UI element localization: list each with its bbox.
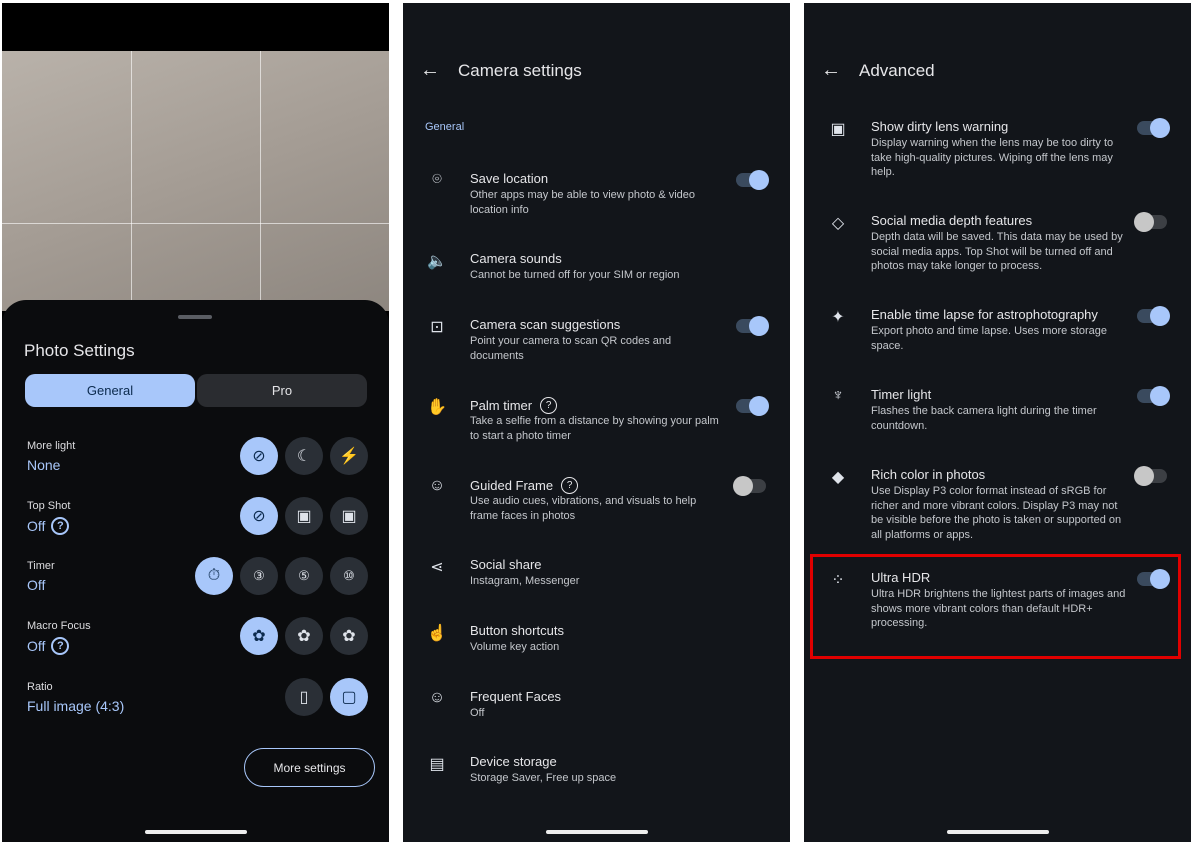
setting-subtitle: Cannot be turned off for your SIM or reg… <box>470 269 680 281</box>
macro-off-icon[interactable]: ✿ <box>240 617 278 655</box>
help-icon[interactable]: ? <box>51 637 70 655</box>
timer-off-icon[interactable]: ⏱ <box>195 557 233 595</box>
location-pin-icon: ⌾ <box>432 171 442 188</box>
tab-general[interactable]: General <box>25 374 195 407</box>
toggle-switch[interactable] <box>1137 306 1170 326</box>
tab-pro[interactable]: Pro <box>197 374 367 407</box>
page-title: Advanced <box>859 60 935 80</box>
camera-viewfinder <box>2 51 389 311</box>
toggle-switch[interactable] <box>736 170 769 190</box>
more-settings-button[interactable]: More settings <box>244 748 375 787</box>
setting-title: Button shortcuts <box>470 623 564 638</box>
sparkle-icon: ✦ <box>831 309 845 326</box>
setting-title: Ultra HDR <box>871 570 931 585</box>
setting-title: Social media depth features <box>871 213 1033 228</box>
toggle-switch[interactable] <box>1137 569 1170 589</box>
help-icon[interactable]: ? <box>51 517 70 535</box>
flashlight-icon: ♆ <box>832 387 844 404</box>
top-shot-off-icon[interactable]: ⊘ <box>240 497 278 535</box>
category-general: General <box>425 121 465 133</box>
setting-subtitle: Flashes the back camera light during the… <box>871 405 1097 432</box>
touch-icon: ☝ <box>427 625 447 642</box>
setting-title: Show dirty lens warning <box>871 119 1009 134</box>
nav-bar[interactable] <box>947 830 1049 834</box>
lens-warning-icon: ▣ <box>830 121 846 138</box>
back-arrow-icon[interactable]: ← <box>420 59 440 82</box>
layers-icon: ◇ <box>831 215 845 232</box>
setting-title: Timer light <box>871 387 932 402</box>
toggle-switch[interactable] <box>736 396 769 416</box>
setting-subtitle: Storage Saver, Free up space <box>470 772 617 784</box>
share-icon: ⋖ <box>430 559 444 576</box>
back-arrow-icon[interactable]: ← <box>821 59 841 82</box>
setting-subtitle: Depth data will be saved. This data may … <box>871 231 1123 272</box>
hdr-sunrise-icon: ⁘ <box>831 572 845 589</box>
ratio-portrait-icon[interactable]: ▯ <box>285 678 323 716</box>
timer-5-icon[interactable]: ⑤ <box>285 557 323 595</box>
flash-icon[interactable]: ⚡ <box>330 437 368 475</box>
setting-title: Camera sounds <box>470 251 562 266</box>
setting-subtitle: Other apps may be able to view photo & v… <box>470 189 696 216</box>
night-auto-icon[interactable]: ☾ <box>285 437 323 475</box>
sheet-title: Photo Settings <box>24 341 135 360</box>
macro-focus-row: Macro Focus Off? <box>27 620 91 655</box>
help-icon[interactable]: ? <box>561 477 579 494</box>
photo-settings-screen: Photo Settings General Pro More light Non… <box>2 3 389 842</box>
timer-3-icon[interactable]: ③ <box>240 557 278 595</box>
ratio-full-icon[interactable]: ▢ <box>330 678 368 716</box>
setting-title: Enable time lapse for astrophotography <box>871 307 1098 322</box>
setting-title: Camera scan suggestions <box>470 317 621 332</box>
setting-subtitle: Take a selfie from a distance by showing… <box>470 415 719 442</box>
more-light-row: More light None <box>27 440 76 473</box>
top-shot-auto-icon[interactable]: ▣ <box>285 497 323 535</box>
drag-handle[interactable] <box>178 315 212 319</box>
ratio-row: Ratio Full image (4:3) <box>27 681 125 714</box>
setting-subtitle: Display warning when the lens may be too… <box>871 137 1114 178</box>
setting-subtitle: Off <box>470 707 485 719</box>
setting-title: Frequent Faces <box>470 689 562 704</box>
top-shot-row: Top Shot Off? <box>27 500 71 535</box>
setting-subtitle: Volume key action <box>470 641 560 653</box>
toggle-switch[interactable] <box>1134 466 1167 486</box>
toggle-switch[interactable] <box>1134 212 1167 232</box>
advanced-screen: ← Advanced ▣ Show dirty lens warning Disp… <box>804 3 1191 842</box>
photo-settings-sheet: Photo Settings General Pro More light Non… <box>2 300 389 842</box>
toggle-switch[interactable] <box>736 316 769 336</box>
page-title: Camera settings <box>458 60 582 80</box>
toggle-switch[interactable] <box>733 476 766 496</box>
toggle-switch[interactable] <box>1137 386 1170 406</box>
timer-10-icon[interactable]: ⑩ <box>330 557 368 595</box>
setting-title: Device storage <box>470 754 557 769</box>
setting-title: Rich color in photos <box>871 467 986 482</box>
speaker-icon: 🔈 <box>427 253 447 270</box>
palm-icon: ✋ <box>427 399 447 416</box>
setting-title: Palm timer <box>470 398 533 413</box>
nav-bar[interactable] <box>546 830 648 834</box>
help-icon[interactable]: ? <box>540 397 558 414</box>
setting-subtitle: Use audio cues, vibrations, and visuals … <box>470 495 697 522</box>
top-shot-on-icon[interactable]: ▣ <box>330 497 368 535</box>
setting-subtitle: Ultra HDR brightens the lightest parts o… <box>871 588 1126 629</box>
sd-card-icon: ▤ <box>429 756 445 773</box>
toggle-switch[interactable] <box>1137 118 1170 138</box>
more-light-value: None <box>27 457 61 473</box>
setting-subtitle: Use Display P3 color format instead of s… <box>871 485 1122 541</box>
nav-bar[interactable] <box>145 830 247 834</box>
macro-on-icon[interactable]: ✿ <box>330 617 368 655</box>
face-icon: ☺ <box>428 689 446 706</box>
setting-subtitle: Export photo and time lapse. Uses more s… <box>871 325 1108 352</box>
camera-settings-screen: ← Camera settings General ⌾ Save location… <box>403 3 790 842</box>
setting-title: Social share <box>470 557 542 572</box>
timer-row: Timer Off <box>27 560 55 593</box>
setting-title: Save location <box>470 171 549 186</box>
scan-icon: ⊡ <box>430 319 444 336</box>
paint-bucket-icon: ◆ <box>831 469 845 486</box>
macro-auto-icon[interactable]: ✿ <box>285 617 323 655</box>
setting-subtitle: Point your camera to scan QR codes and d… <box>470 335 672 362</box>
no-light-icon[interactable]: ⊘ <box>240 437 278 475</box>
setting-subtitle: Instagram, Messenger <box>470 575 580 587</box>
face-frame-icon: ☺ <box>428 477 446 494</box>
setting-title: Guided Frame <box>470 478 554 493</box>
